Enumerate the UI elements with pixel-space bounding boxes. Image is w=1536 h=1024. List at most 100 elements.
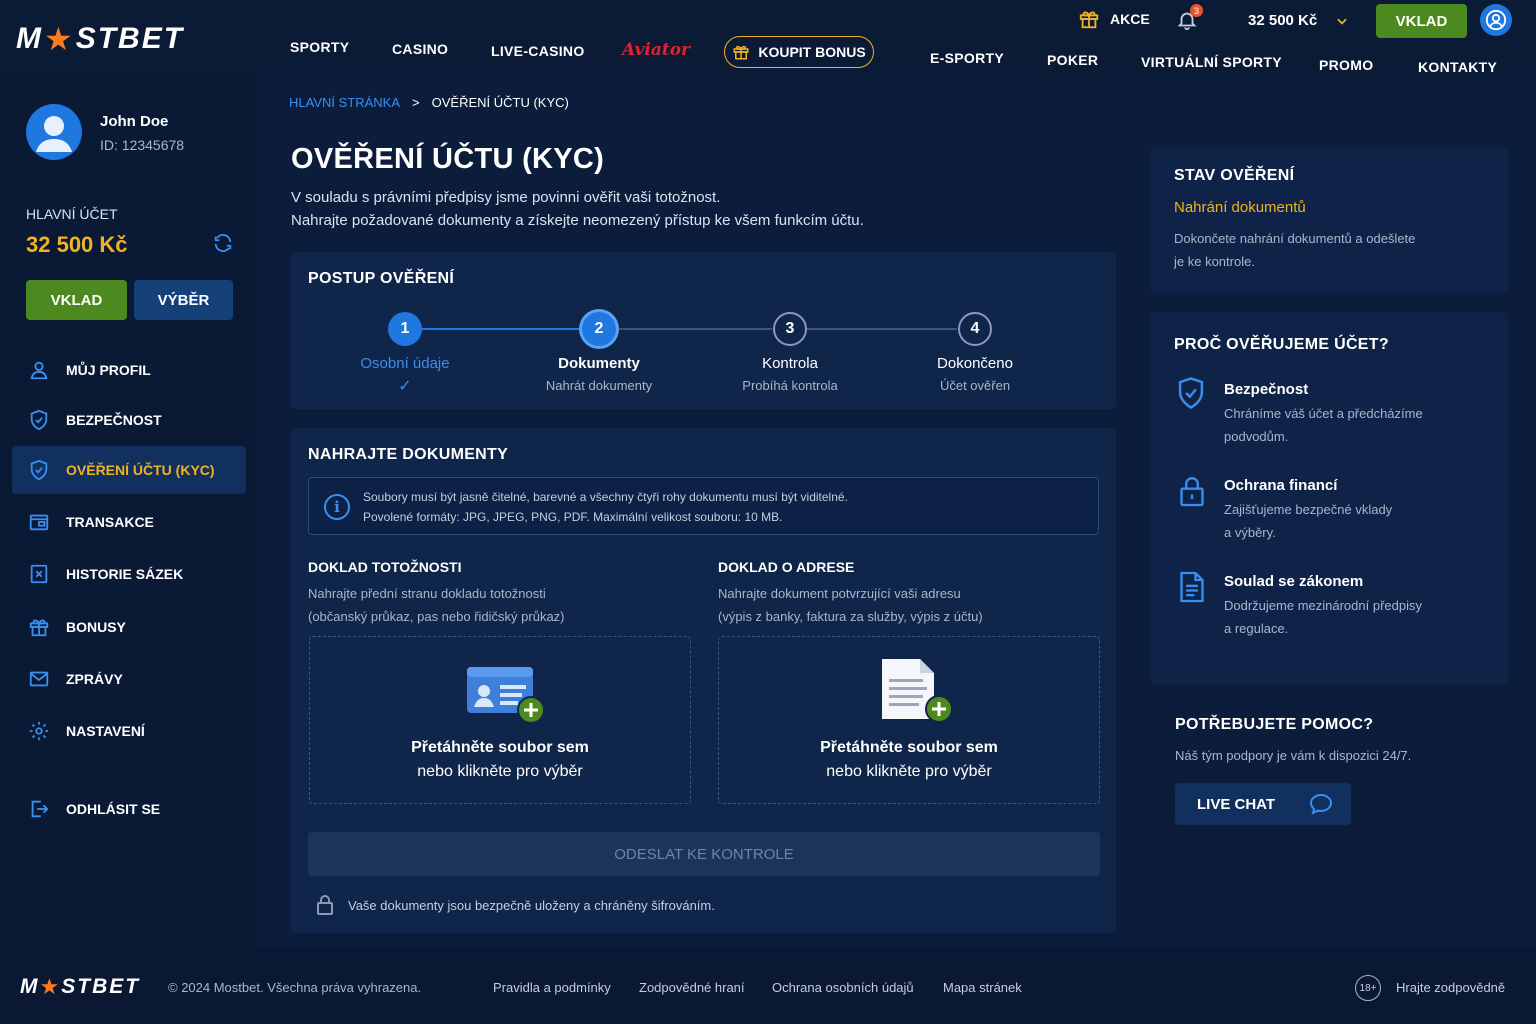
address-dropzone[interactable]: Přetáhněte soubor sem nebo klikněte pro … [718,636,1100,804]
star-icon: ★ [44,21,75,57]
sidebar-item-bet-history[interactable]: HISTORIE SÁZEK [12,550,246,598]
reason-2-title: Ochrana financí [1224,477,1338,494]
addr-drop-text-2: nebo klikněte pro výběr [826,763,992,780]
help-desc: Náš tým podpory je vám k dispozici 24/7. [1175,748,1412,763]
footer-link-responsible[interactable]: Zodpovědné hraní [639,980,745,995]
reason-2-desc-1: Zajišťujeme bezpečné vklady [1224,502,1393,517]
mostbet-logo[interactable]: M ★ STBET [16,20,184,58]
logo-text-left: M [20,975,40,998]
shield-check-icon [30,409,48,431]
sidebar-withdraw-button[interactable]: VÝBĚR [134,280,233,320]
sidebar-item-label: ZPRÁVY [66,671,123,687]
step-connector-1 [422,328,600,330]
footer-link-privacy[interactable]: Ochrana osobních údajů [772,980,914,995]
breadcrumb: HLAVNÍ STRÁNKA > OVĚŘENÍ ÚČTU (KYC) [289,95,569,110]
intro-line-1: V souladu s právními předpisy jsme povin… [291,189,721,206]
bet-slip-icon [30,564,48,584]
id-drop-text-1: Přetáhněte soubor sem [411,739,589,756]
info-box: i Soubory musí být jasně čitelné, barevn… [308,477,1099,535]
reason-1-title: Bezpečnost [1224,381,1309,398]
star-icon: ★ [39,974,62,999]
footer-logo[interactable]: M ★ STBET [20,974,140,1000]
sidebar-item-transactions[interactable]: TRANSAKCE [12,498,246,546]
akce-label: AKCE [1110,11,1150,27]
sidebar-item-kyc[interactable]: OVĚŘENÍ ÚČTU (KYC) [12,446,246,494]
id-doc-desc-1: Nahrajte přední stranu dokladu totožnost… [308,586,546,601]
reason-3-desc-1: Dodržujeme mezinárodní předpisy [1224,598,1422,613]
nav-live-casino[interactable]: LIVE-CASINO [491,43,585,59]
footer-link-sitemap[interactable]: Mapa stránek [943,980,1022,995]
user-icon [30,361,48,380]
user-icon [36,116,72,152]
nav-poker[interactable]: POKER [1047,52,1098,68]
id-drop-text-2: nebo klikněte pro výběr [417,763,583,780]
logo-text-right: STBET [75,22,185,55]
user-icon [1485,9,1507,31]
info-line-2: Povolené formáty: JPG, JPEG, PNG, PDF. M… [363,510,783,524]
id-dropzone[interactable]: Přetáhněte soubor sem nebo klikněte pro … [309,636,691,804]
notifications-button[interactable]: 3 [1176,4,1203,34]
sidebar-item-messages[interactable]: ZPRÁVY [12,655,246,703]
step-2-sub: Nahrát dokumenty [545,378,653,393]
gear-icon [29,721,49,741]
logo-text-right: STBET [61,975,141,998]
live-chat-button[interactable]: LIVE CHAT [1175,783,1351,825]
sidebar-item-label: MŮJ PROFIL [66,362,151,378]
nav-promo[interactable]: PROMO [1319,57,1373,73]
gift-icon [1079,11,1099,29]
reason-3-title: Soulad se zákonem [1224,573,1364,590]
reason-1-desc-2: podvodům. [1224,429,1289,444]
live-chat-label: LIVE CHAT [1197,795,1276,813]
status-desc-1: Dokončete nahrání dokumentů a odešlete [1174,231,1416,246]
nav-virtual-sports[interactable]: VIRTUÁLNÍ SPORTY [1141,54,1282,70]
sidebar-item-label: TRANSAKCE [66,514,154,530]
nav-sporty[interactable]: SPORTY [290,39,349,55]
nav-casino[interactable]: CASINO [392,41,448,57]
sidebar-item-label: OVĚŘENÍ ÚČTU (KYC) [66,462,215,478]
logout-button[interactable]: ODHLÁSIT SE [12,785,246,833]
sidebar-item-label: BONUSY [66,619,126,635]
sidebar-item-profile[interactable]: MŮJ PROFIL [12,346,246,394]
nav-aviator[interactable]: Aviator [622,40,690,60]
nav-esporty[interactable]: E-SPORTY [930,50,1004,66]
user-avatar-button[interactable] [1480,4,1512,36]
sidebar-item-label: NASTAVENÍ [66,723,145,739]
refresh-button[interactable] [212,232,234,259]
header-balance: 32 500 Kč [1248,12,1318,29]
copyright: © 2024 Mostbet. Všechna práva vyhrazena. [168,980,422,995]
chat-bubble-icon [1309,793,1333,815]
responsible-gaming-text[interactable]: Hrajte zodpovědně [1396,980,1505,995]
footer-link-terms[interactable]: Pravidla a podmínky [493,980,611,995]
balance-dropdown[interactable]: 32 500 Kč [1248,12,1349,29]
breadcrumb-current: OVĚŘENÍ ÚČTU (KYC) [431,95,569,110]
refresh-icon [214,234,232,252]
sidebar-deposit-button[interactable]: VKLAD [26,280,127,320]
document-icon [879,657,955,725]
lock-icon [1180,477,1204,507]
step-3-sub: Probíhá kontrola [742,378,838,393]
sidebar-item-settings[interactable]: NASTAVENÍ [12,707,246,755]
secure-note: Vaše dokumenty jsou bezpečně uloženy a c… [316,894,715,916]
chevron-down-icon [1337,18,1347,25]
header-deposit-button[interactable]: VKLAD [1376,4,1467,38]
progress-title: POSTUP OVĚŘENÍ [308,270,455,287]
sidebar-item-security[interactable]: BEZPEČNOST [12,396,246,444]
buy-bonus-button[interactable]: KOUPIT BONUS [724,36,874,68]
buy-bonus-label: KOUPIT BONUS [758,44,866,60]
gift-icon [29,619,49,637]
progress-card: POSTUP OVĚŘENÍ 1 2 3 4 Osobní údaje ✓ Do… [290,252,1116,409]
nav-kontakty[interactable]: KONTAKTY [1418,59,1497,75]
reason-2-desc-2: a výběry. [1224,525,1276,540]
breadcrumb-separator: > [412,95,420,110]
akce-link[interactable]: AKCE [1078,8,1150,30]
status-desc-2: je ke kontrole. [1174,254,1255,269]
sidebar-item-bonuses[interactable]: BONUSY [12,603,246,651]
info-icon: i [324,494,350,520]
submit-button[interactable]: ODESLAT KE KONTROLE [308,832,1100,876]
upload-card: NAHRAJTE DOKUMENTY i Soubory musí být ja… [290,428,1116,933]
reason-3-desc-2: a regulace. [1224,621,1289,636]
id-card-icon [466,665,546,725]
avatar[interactable] [26,104,82,160]
id-doc-title: DOKLAD TOTOŽNOSTI [308,559,462,575]
breadcrumb-home[interactable]: HLAVNÍ STRÁNKA [289,95,400,110]
